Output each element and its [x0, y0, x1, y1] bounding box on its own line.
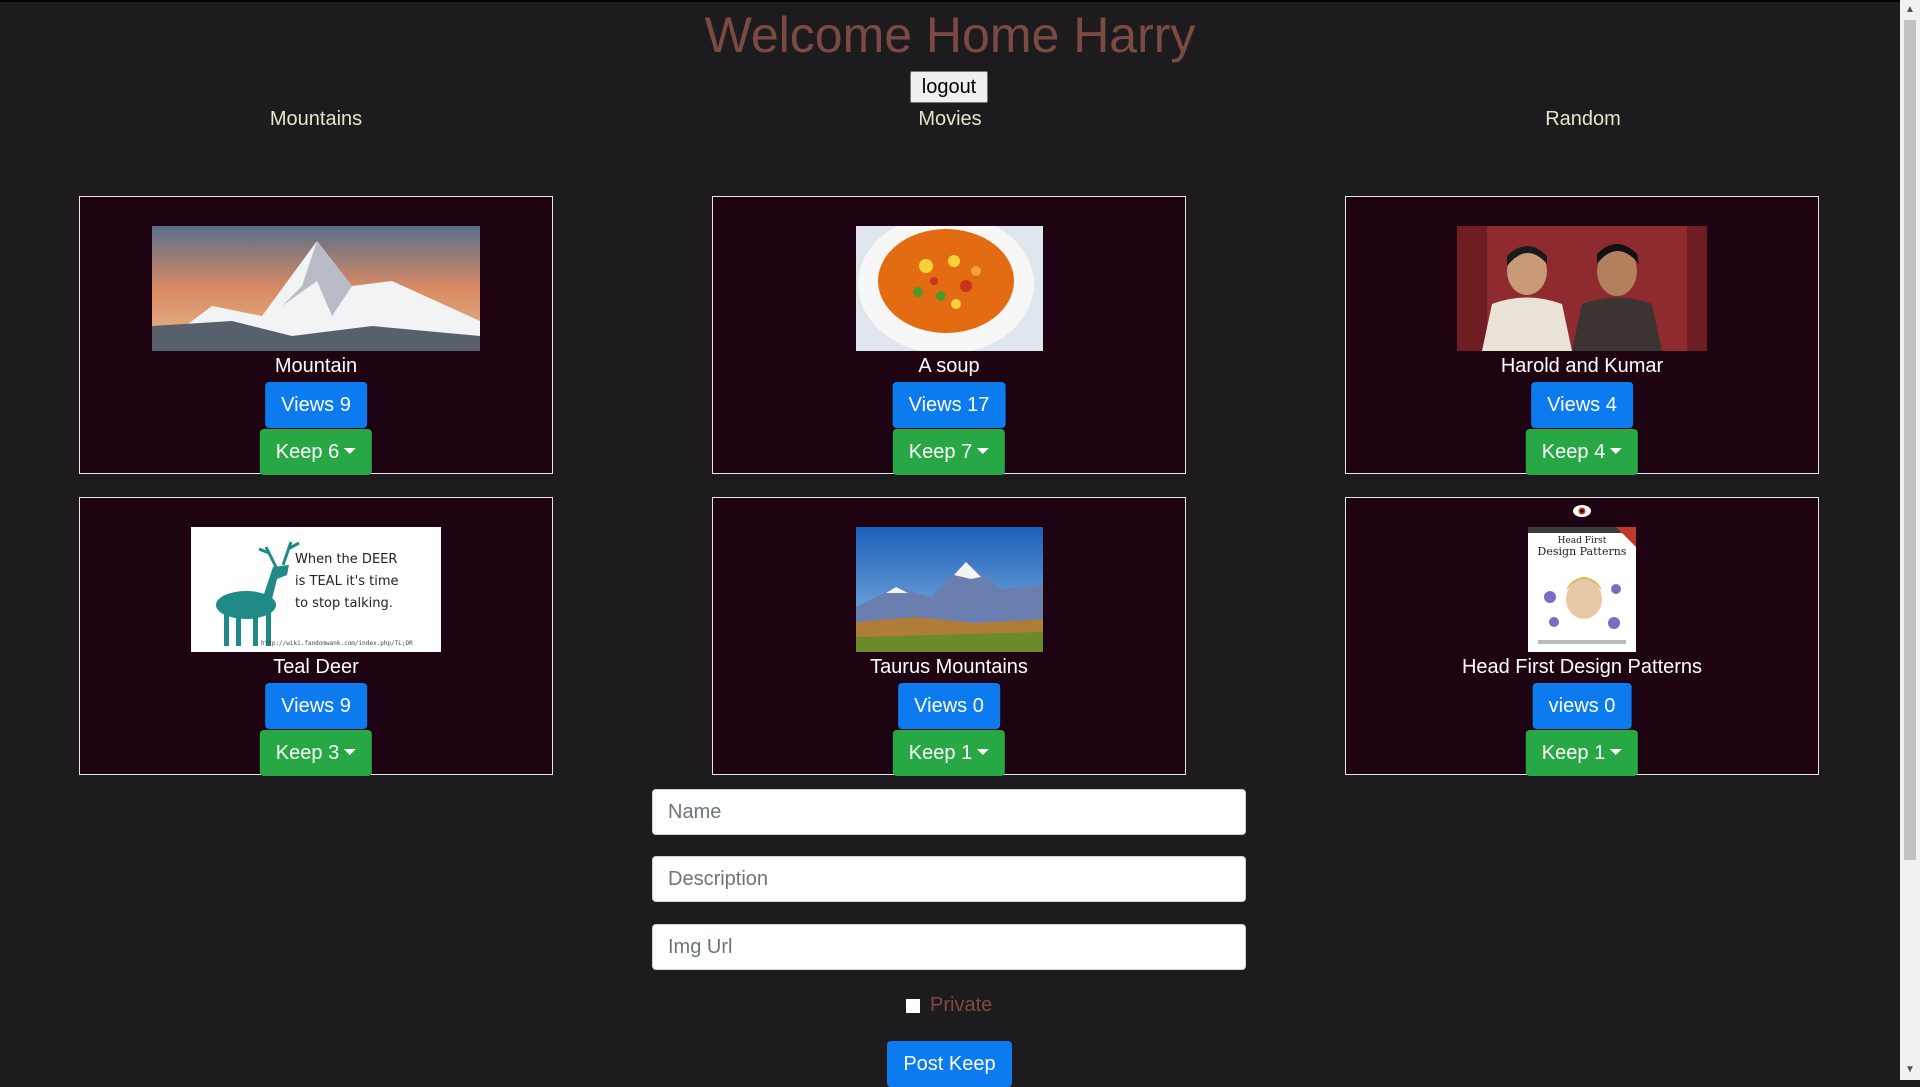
views-button[interactable]: Views 17	[892, 382, 1006, 428]
top-border	[0, 0, 1900, 2]
private-checkbox[interactable]	[906, 998, 920, 1013]
taurus-mountains-image[interactable]	[855, 527, 1043, 652]
keep-label: Keep 4	[1541, 440, 1606, 463]
caret-down-icon	[977, 447, 990, 454]
keep-label: Keep 6	[275, 440, 340, 463]
private-option: Private	[906, 994, 992, 1017]
soup-image[interactable]	[855, 226, 1043, 351]
scroll-up-icon[interactable]: ▲	[1900, 0, 1920, 20]
caret-down-icon	[1610, 748, 1623, 755]
keep-dropdown-button[interactable]: Keep 3	[259, 730, 373, 776]
category-mountains[interactable]: Mountains	[166, 108, 466, 131]
category-random[interactable]: Random	[1433, 108, 1733, 131]
caret-down-icon	[344, 748, 357, 755]
keep-card: Harold and Kumar Views 4 Keep 4	[1345, 196, 1819, 475]
card-title: Teal Deer	[273, 656, 359, 678]
logout-button[interactable]: logout	[910, 71, 988, 103]
keep-card: Mountain Views 9 Keep 6	[79, 196, 553, 475]
keep-dropdown-button[interactable]: Keep 1	[892, 730, 1006, 776]
keep-card: A soup Views 17 Keep 7	[712, 196, 1186, 475]
description-input[interactable]	[652, 856, 1246, 902]
keep-label: Keep 1	[908, 741, 973, 764]
views-button[interactable]: views 0	[1532, 683, 1632, 729]
keep-label: Keep 3	[275, 741, 340, 764]
scroll-down-icon[interactable]: ▼	[1900, 1060, 1920, 1080]
card-title: Mountain	[274, 355, 358, 377]
book-title-line: Design Patterns	[1538, 545, 1627, 558]
vertical-scrollbar[interactable]: ▲ ▼	[1900, 0, 1920, 1080]
keep-dropdown-button[interactable]: Keep 7	[892, 429, 1006, 475]
keep-label: Keep 7	[908, 440, 973, 463]
card-title: Taurus Mountains	[870, 656, 1028, 678]
views-button[interactable]: Views 0	[898, 683, 1000, 729]
mountain-image[interactable]	[152, 226, 480, 351]
card-title: Harold and Kumar	[1500, 355, 1664, 377]
keep-dropdown-button[interactable]: Keep 1	[1525, 730, 1639, 776]
img-url-input[interactable]	[652, 924, 1246, 970]
category-movies[interactable]: Movies	[800, 108, 1100, 131]
harold-kumar-image[interactable]	[1457, 226, 1707, 351]
post-keep-button[interactable]: Post Keep	[887, 1041, 1012, 1087]
keep-dropdown-button[interactable]: Keep 6	[259, 429, 373, 475]
keep-card: When the DEER is TEAL it's time to stop …	[79, 497, 553, 776]
caret-down-icon	[977, 748, 990, 755]
book-cover-image[interactable]: Head First Design Patterns	[1528, 527, 1636, 652]
image-text-line: to stop talking.	[295, 596, 393, 611]
image-url-text: http://wiki.fandomwank.com/index.php/TL;…	[261, 640, 413, 647]
views-button[interactable]: Views 4	[1531, 382, 1633, 428]
keep-card: Taurus Mountains Views 0 Keep 1	[712, 497, 1186, 776]
views-button[interactable]: Views 9	[265, 382, 367, 428]
eye-icon[interactable]	[1572, 504, 1592, 518]
teal-deer-image[interactable]: When the DEER is TEAL it's time to stop …	[191, 527, 441, 652]
keep-label: Keep 1	[1541, 741, 1606, 764]
image-text-line: is TEAL it's time	[295, 574, 399, 589]
keep-dropdown-button[interactable]: Keep 4	[1525, 429, 1639, 475]
page-title: Welcome Home Harry	[704, 7, 1196, 63]
views-button[interactable]: Views 9	[265, 683, 367, 729]
caret-down-icon	[1610, 447, 1623, 454]
private-label: Private	[930, 994, 993, 1016]
card-title: Head First Design Patterns	[1461, 656, 1703, 678]
caret-down-icon	[344, 447, 357, 454]
name-input[interactable]	[652, 789, 1246, 835]
keep-card: Head First Design Patterns Head First De…	[1345, 497, 1819, 776]
card-title: A soup	[918, 355, 980, 377]
scrollbar-thumb[interactable]	[1904, 20, 1916, 860]
image-text-line: When the DEER	[295, 552, 397, 567]
